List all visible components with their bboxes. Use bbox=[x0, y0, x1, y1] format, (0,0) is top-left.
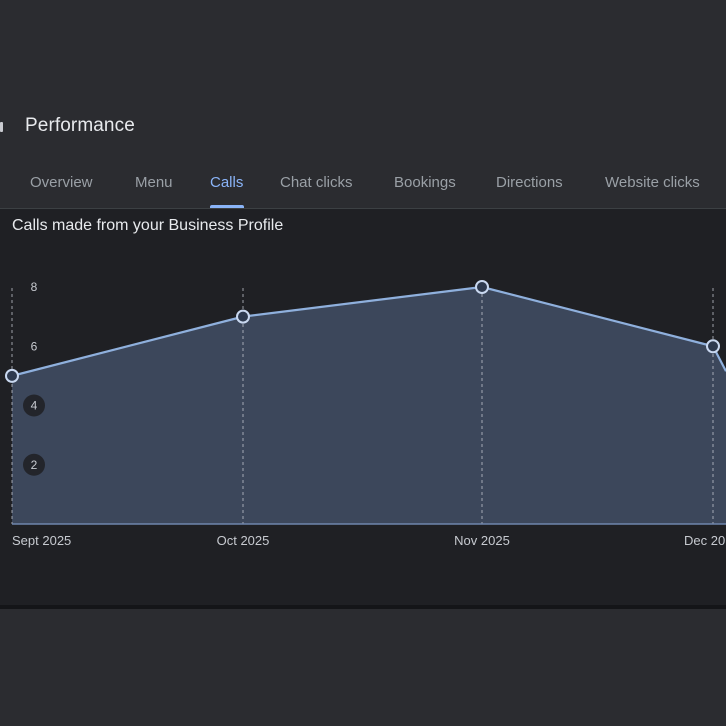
y-tick-label: 8 bbox=[31, 280, 38, 294]
data-point bbox=[475, 280, 489, 294]
y-tick-label: 2 bbox=[31, 458, 38, 472]
data-point bbox=[5, 368, 19, 383]
x-tick-label: Oct 2025 bbox=[217, 533, 270, 548]
data-point bbox=[236, 309, 250, 324]
app-page: Performance Overview Menu Calls Chat cli… bbox=[0, 0, 726, 726]
calls-area-chart: 2 4 6 8 Sept 2025 Oct 2025 Nov 2025 Dec 20 bbox=[5, 280, 726, 548]
y-tick-label: 6 bbox=[31, 339, 38, 353]
x-tick-label: Dec 20 bbox=[684, 533, 725, 548]
data-point bbox=[706, 339, 720, 354]
x-tick-label: Sept 2025 bbox=[12, 533, 71, 548]
panel-bottom-edge bbox=[0, 605, 726, 609]
x-tick-label: Nov 2025 bbox=[454, 533, 510, 548]
y-tick-label: 4 bbox=[31, 399, 38, 413]
